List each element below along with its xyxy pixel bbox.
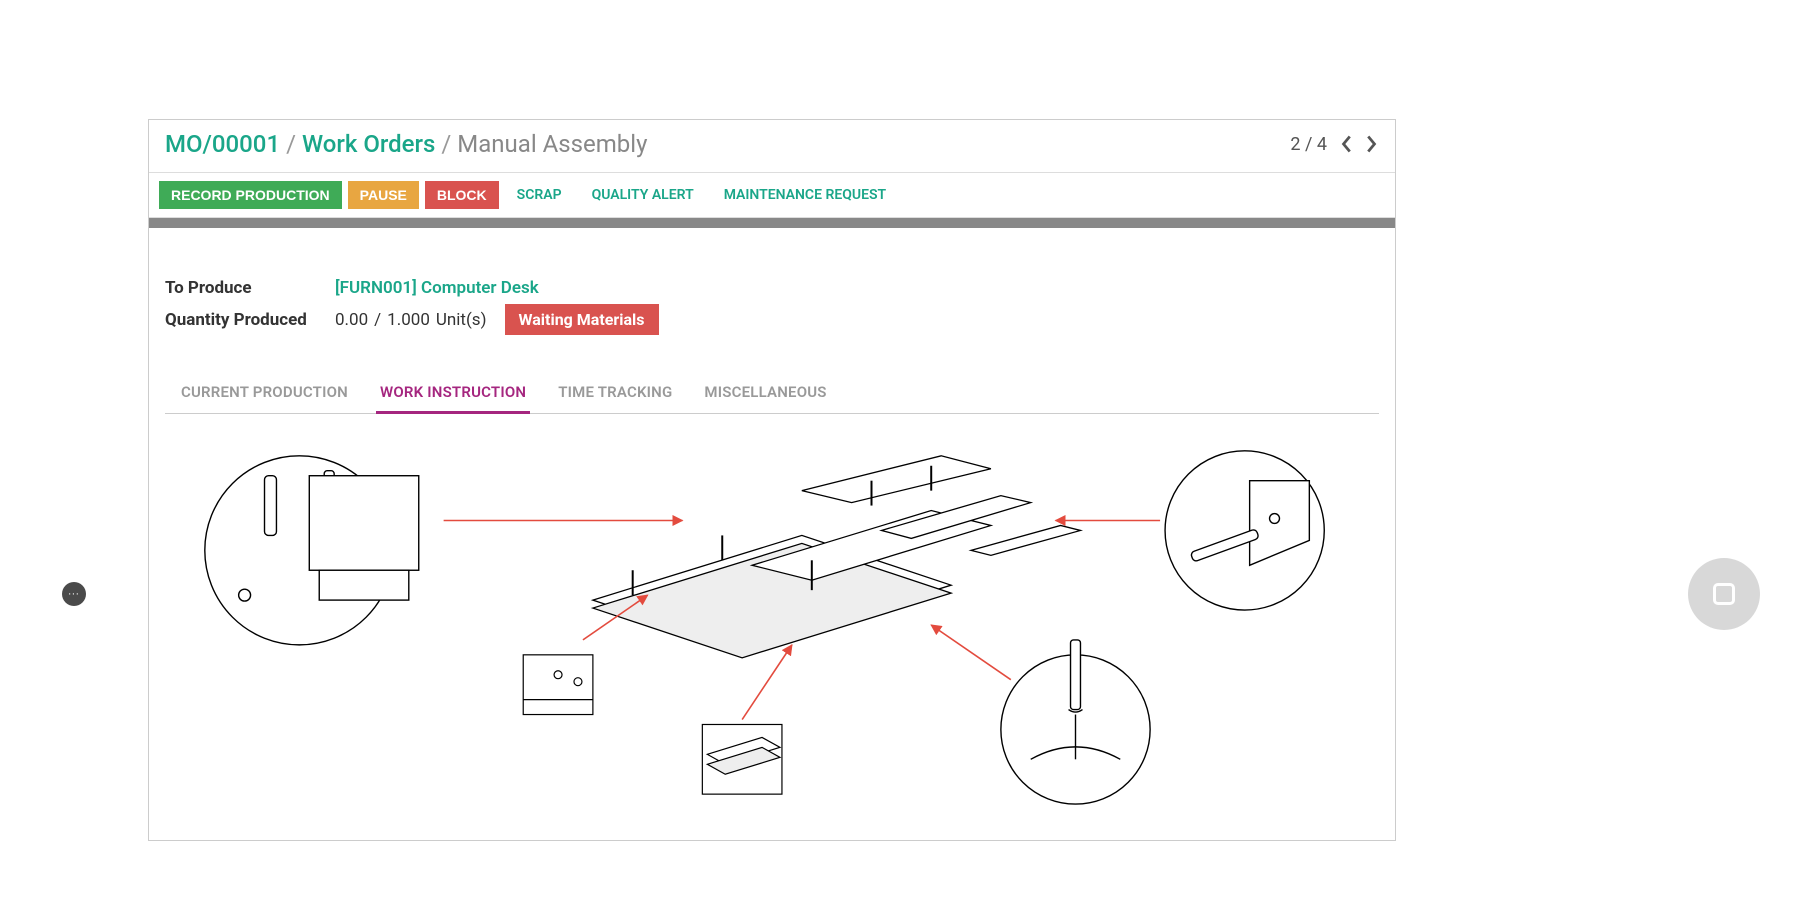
to-produce-label: To Produce (165, 278, 325, 298)
tab-current-production[interactable]: CURRENT PRODUCTION (177, 375, 352, 414)
scrap-link[interactable]: SCRAP (505, 181, 574, 209)
quality-alert-link[interactable]: QUALITY ALERT (580, 181, 706, 209)
breadcrumb-mo[interactable]: MO/00001 (165, 130, 280, 158)
quantity-label: Quantity Produced (165, 310, 325, 330)
tablet-home-button[interactable] (1688, 558, 1760, 630)
pager: 2 / 4 (1290, 134, 1379, 155)
quantity-value: 0.00 / 1.000 Unit(s) (335, 310, 487, 330)
tablet-camera-dot: ··· (62, 582, 86, 606)
record-production-button[interactable]: RECORD PRODUCTION (159, 181, 342, 209)
quantity-row: Quantity Produced 0.00 / 1.000 Unit(s) W… (165, 304, 1379, 335)
to-produce-row: To Produce [FURN001] Computer Desk (165, 278, 1379, 298)
action-bar: RECORD PRODUCTION PAUSE BLOCK SCRAP QUAL… (149, 173, 1395, 218)
product-link[interactable]: [FURN001] Computer Desk (335, 278, 539, 298)
home-icon (1713, 583, 1735, 605)
breadcrumb-work-orders[interactable]: Work Orders (302, 130, 435, 158)
pager-prev-icon[interactable] (1339, 134, 1353, 154)
body-section: To Produce [FURN001] Computer Desk Quant… (149, 228, 1395, 840)
qty-done: 0.00 (335, 310, 368, 330)
pager-text: 2 / 4 (1290, 134, 1327, 155)
qty-total: 1.000 (387, 310, 430, 330)
breadcrumb-current: Manual Assembly (457, 130, 647, 158)
tab-time-tracking[interactable]: TIME TRACKING (554, 375, 676, 414)
tab-miscellaneous[interactable]: MISCELLANEOUS (700, 375, 830, 414)
work-order-detail-panel: MO/00001 / Work Orders / Manual Assembly… (148, 119, 1396, 841)
block-button[interactable]: BLOCK (425, 181, 499, 209)
thick-separator (149, 218, 1395, 228)
breadcrumb: MO/00001 / Work Orders / Manual Assembly (165, 130, 647, 158)
pause-button[interactable]: PAUSE (348, 181, 419, 209)
status-badge: Waiting Materials (505, 304, 659, 335)
assembly-diagram-icon (165, 420, 1379, 820)
tab-work-instruction[interactable]: WORK INSTRUCTION (376, 375, 530, 414)
tab-row: CURRENT PRODUCTION WORK INSTRUCTION TIME… (165, 375, 1379, 414)
qty-sep: / (374, 310, 381, 330)
breadcrumb-sep: / (286, 130, 296, 158)
header-row: MO/00001 / Work Orders / Manual Assembly… (149, 120, 1395, 173)
work-instruction-image (165, 420, 1379, 820)
maintenance-request-link[interactable]: MAINTENANCE REQUEST (712, 181, 898, 209)
pager-next-icon[interactable] (1365, 134, 1379, 154)
qty-unit: Unit(s) (436, 310, 487, 330)
breadcrumb-sep: / (441, 130, 451, 158)
